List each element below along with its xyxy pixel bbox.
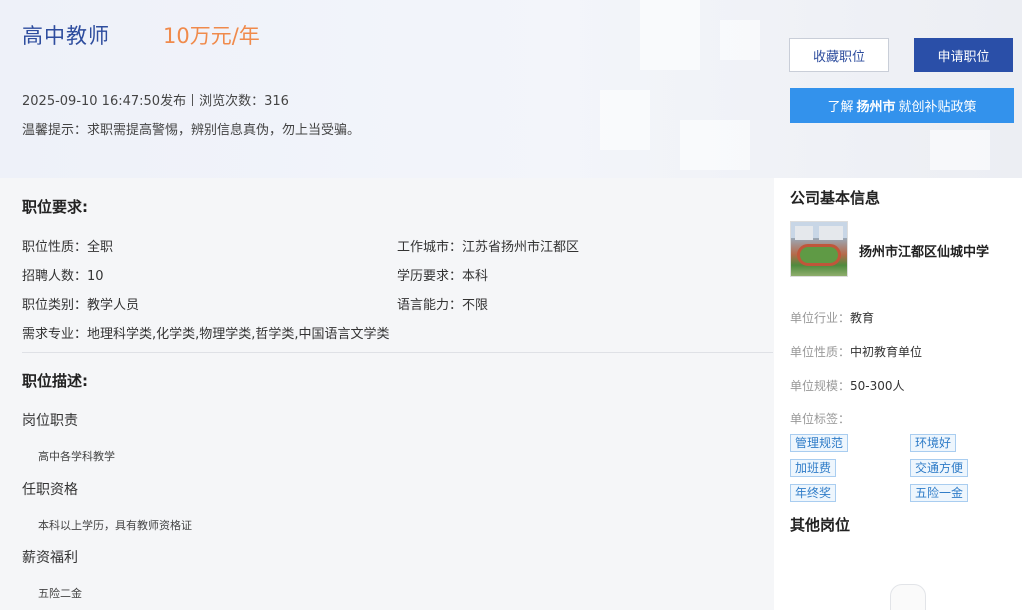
- language-ability: 语言能力：不限: [397, 298, 489, 313]
- other-jobs-title: 其他岗位: [790, 516, 851, 534]
- duties-text: 高中各学科教学: [38, 450, 115, 463]
- empty-placeholder-icon: [890, 584, 926, 610]
- company-tags-label: 单位标签：: [790, 412, 851, 426]
- company-info-title: 公司基本信息: [790, 189, 881, 207]
- requirements-title: 职位要求:: [22, 198, 88, 216]
- policy-suffix: 就创补贴政策: [898, 100, 977, 115]
- company-scale: 单位规模：50-300人: [790, 377, 905, 394]
- hiring-count: 招聘人数：10: [22, 269, 104, 284]
- qualifications-heading: 任职资格: [22, 482, 78, 498]
- company-tag: 环境好: [910, 434, 957, 452]
- industry-value: 教育: [850, 311, 875, 325]
- benefits-heading: 薪资福利: [22, 550, 78, 566]
- industry-label: 单位行业：: [790, 311, 851, 325]
- safety-tip: 温馨提示：求职需提高警惕，辨别信息真伪，勿上当受骗。: [22, 123, 361, 138]
- description-title: 职位描述:: [22, 372, 88, 390]
- company-tag: 管理规范: [790, 434, 849, 452]
- benefits-text: 五险二金: [38, 587, 82, 600]
- scale-label: 单位规模：: [790, 379, 851, 393]
- job-main-content: 职位要求: 职位性质：全职 招聘人数：10 职位类别：教学人员 工作城市：江苏省…: [0, 178, 773, 610]
- company-logo-image[interactable]: [790, 221, 848, 277]
- collect-job-button[interactable]: 收藏职位: [789, 38, 889, 72]
- job-detail-page: 高中教师 10万元/年 2025-09-10 16:47:50发布 浏览次数：3…: [0, 0, 1022, 610]
- job-title: 高中教师: [22, 24, 110, 48]
- nature-label: 单位性质：: [790, 345, 851, 359]
- company-nature: 单位性质：中初教育单位: [790, 343, 922, 360]
- company-industry: 单位行业：教育: [790, 309, 874, 326]
- meta-separator: [192, 93, 194, 106]
- qualifications-text: 本科以上学历，具有教师资格证: [38, 519, 192, 532]
- section-divider: [22, 352, 773, 353]
- job-category: 职位类别：教学人员: [22, 298, 140, 313]
- job-nature: 职位性质：全职: [22, 240, 114, 255]
- company-tag: 交通方便: [910, 459, 969, 477]
- work-city: 工作城市：江苏省扬州市江都区: [397, 240, 580, 255]
- apply-job-button[interactable]: 申请职位: [914, 38, 1013, 72]
- policy-city: 扬州市: [856, 100, 896, 115]
- meta-line: 2025-09-10 16:47:50发布 浏览次数：316: [22, 90, 289, 109]
- required-majors: 需求专业：地理科学类,化学类,物理学类,哲学类,中国语言文学类: [22, 327, 390, 342]
- job-header: 高中教师 10万元/年 2025-09-10 16:47:50发布 浏览次数：3…: [0, 0, 1022, 178]
- duties-heading: 岗位职责: [22, 413, 78, 429]
- subsidy-policy-button[interactable]: 了解 扬州市 就创补贴政策: [790, 88, 1014, 123]
- policy-prefix: 了解: [827, 100, 854, 115]
- company-sidebar: 公司基本信息 扬州市江都区仙城中学 单位行业：教育 单位性质：中初教育单位 单位…: [774, 178, 1022, 610]
- education-requirement: 学历要求：本科: [397, 269, 489, 284]
- company-tag: 年终奖: [790, 484, 837, 502]
- company-tag: 五险一金: [910, 484, 969, 502]
- view-count: 浏览次数：316: [199, 94, 289, 109]
- publish-time: 2025-09-10 16:47:50发布: [22, 94, 187, 109]
- company-name-link[interactable]: 扬州市江都区仙城中学: [859, 241, 989, 260]
- salary: 10万元/年: [163, 24, 260, 48]
- nature-value: 中初教育单位: [850, 345, 923, 359]
- scale-value: 50-300人: [850, 379, 905, 393]
- company-tag: 加班费: [790, 459, 837, 477]
